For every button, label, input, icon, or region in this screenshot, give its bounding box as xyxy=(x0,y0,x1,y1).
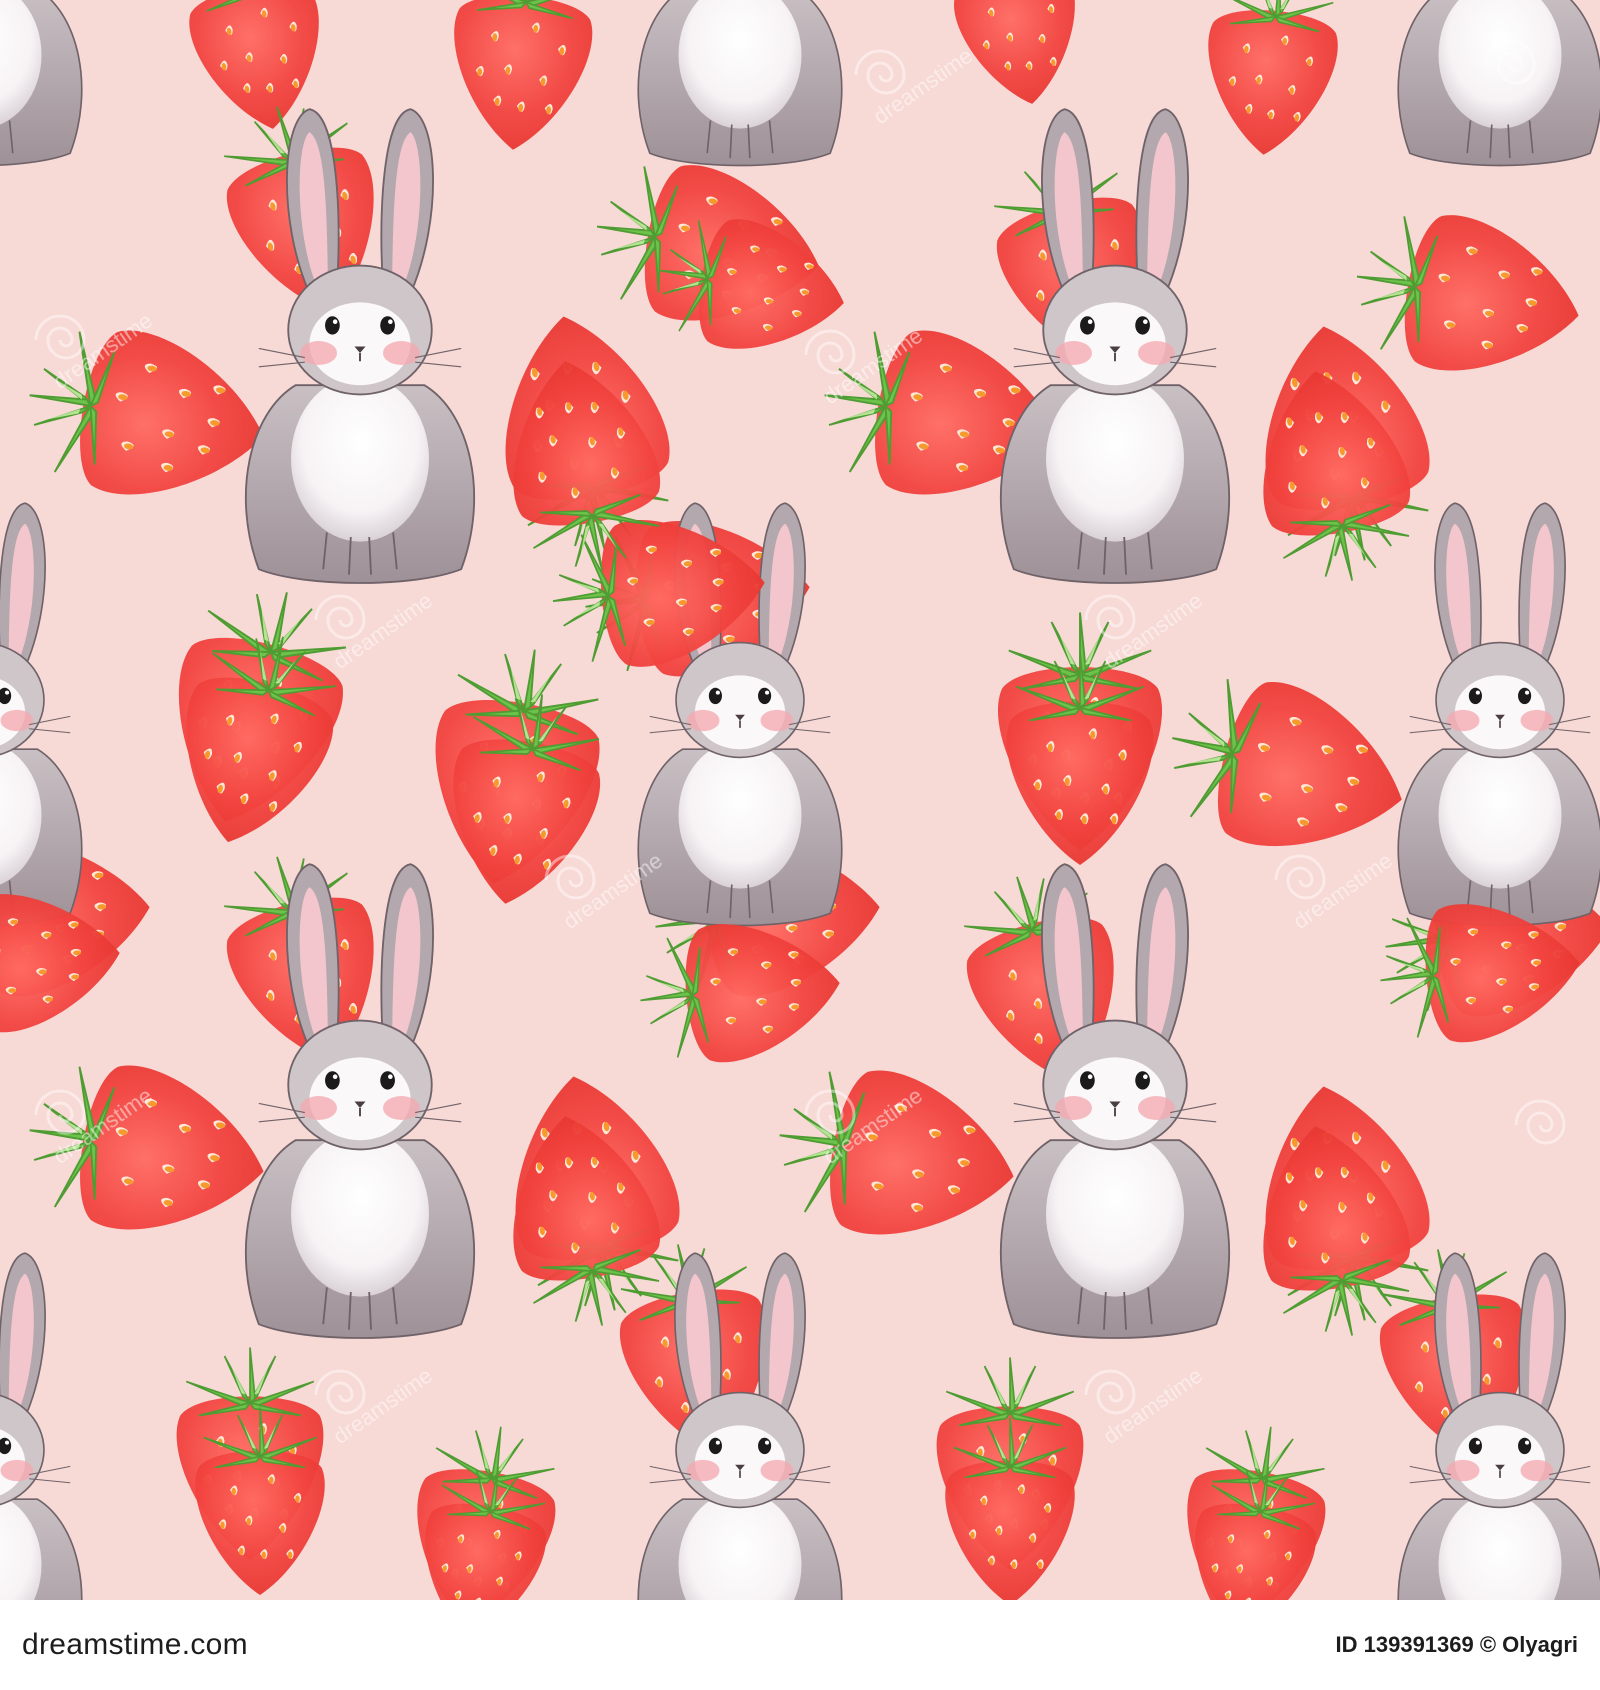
bunny-strawberry-pattern: dreamstime dreamstime dreamstime dreamst… xyxy=(0,0,1600,1600)
image-credit: ID 139391369 © Olyagri xyxy=(1335,1632,1578,1657)
bunny xyxy=(637,0,843,167)
brand-url[interactable]: dreamstime.com xyxy=(22,1628,248,1662)
bunny xyxy=(1397,0,1600,167)
image-canvas: dreamstime dreamstime dreamstime dreamst… xyxy=(0,0,1600,1690)
stock-photo-footer: dreamstime.com ID 139391369 © Olyagri xyxy=(0,1600,1600,1690)
